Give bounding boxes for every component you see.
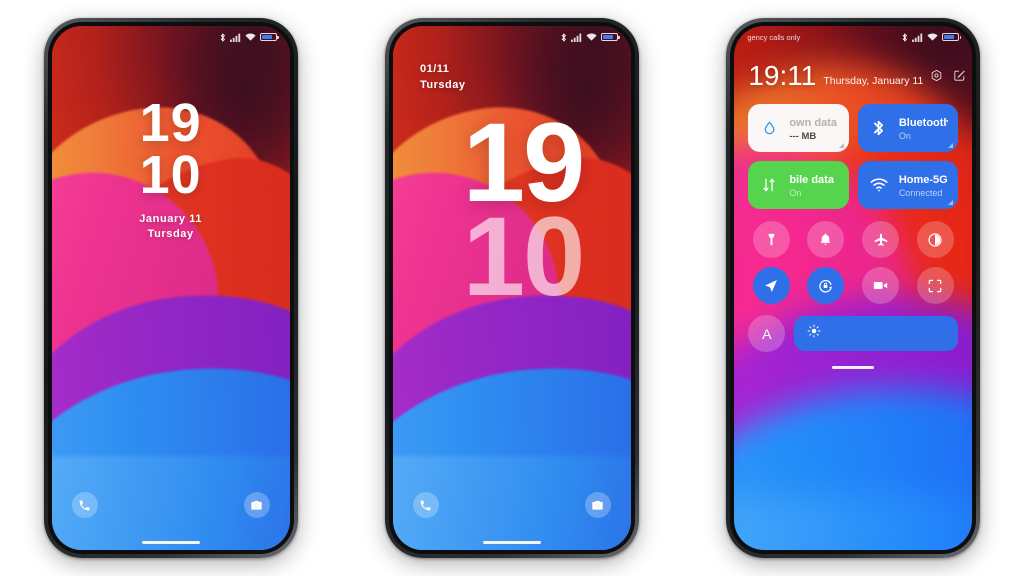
location-toggle[interactable] (752, 267, 790, 304)
auto-brightness-toggle[interactable]: A (748, 315, 786, 352)
lockscreen-minute: 10 (462, 193, 586, 319)
control-center-header: 19:11 Thursday, January 11 (748, 60, 966, 91)
status-bar: gency calls only (734, 26, 972, 48)
auto-brightness-label: A (762, 325, 772, 342)
lockscreen-weekday: Tursday (147, 227, 194, 240)
phone-screen: gency calls only 19:11 Thursday, January… (734, 26, 973, 550)
wifi-tile[interactable]: Home-5G Connected (857, 161, 959, 209)
battery-icon (600, 33, 620, 41)
edit-button[interactable] (953, 69, 966, 87)
home-indicator[interactable] (141, 540, 200, 544)
phone-screen: 01/11 Tursday 19 10 (392, 26, 631, 550)
flashlight-icon (764, 232, 779, 247)
lockscreen-weekday: Tursday (419, 78, 466, 91)
settings-button[interactable] (930, 69, 943, 87)
flashlight-toggle[interactable] (752, 221, 790, 258)
lockscreen-date: January 11 (139, 212, 203, 225)
phone-mockup-stage: 19 10 January 11 Tursday 01/11 Tursday 1… (0, 0, 1024, 576)
status-bar-icons (902, 33, 962, 42)
camera-shortcut[interactable] (584, 492, 611, 518)
tile-expand-icon[interactable] (838, 143, 844, 148)
lockscreen-clock: 19 10 (393, 107, 631, 319)
bluetooth-icon (220, 33, 226, 42)
control-center-tiles: own data plan --- MB Bluetooth On (748, 104, 959, 209)
signal-icon (229, 33, 241, 42)
status-bar (52, 26, 290, 48)
phone-screen: 19 10 January 11 Tursday (51, 26, 290, 550)
tile-title: bile data (789, 174, 834, 187)
rotation-lock-icon (817, 277, 834, 294)
bluetooth-icon (868, 119, 890, 137)
control-center-drag-handle[interactable] (832, 366, 875, 369)
control-center-time: 19:11 (748, 60, 817, 91)
phone-shortcut[interactable] (71, 492, 98, 518)
battery-icon (942, 33, 962, 41)
tile-title: own data plan (789, 116, 839, 129)
sun-icon (807, 324, 821, 343)
tile-subtitle: --- MB (789, 130, 817, 142)
lockscreen-clock: 19 10 January 11 Tursday (52, 93, 290, 241)
data-drop-icon (758, 120, 780, 137)
tile-title: Bluetooth (898, 117, 949, 130)
phone-icon (78, 499, 91, 512)
tile-subtitle: On (789, 188, 802, 199)
lockscreen-date-short: 01/11 (419, 63, 450, 75)
bluetooth-tile[interactable]: Bluetooth On (857, 104, 959, 152)
airplane-icon (873, 232, 889, 248)
ringer-toggle[interactable] (807, 221, 845, 258)
signal-icon (912, 33, 923, 42)
status-bar-icons (561, 33, 620, 42)
camera-icon (250, 499, 263, 512)
tile-subtitle: Connected (898, 188, 943, 199)
lockscreen-hour: 19 (139, 93, 202, 153)
phone-shortcut[interactable] (412, 492, 439, 518)
contrast-icon (927, 232, 943, 248)
data-transfer-icon (758, 177, 780, 193)
bell-icon (818, 232, 833, 247)
bluetooth-icon (561, 33, 567, 42)
bluetooth-icon (902, 33, 908, 42)
lockscreen-date-block: 01/11 Tursday (420, 62, 465, 94)
wifi-icon (586, 33, 597, 42)
brightness-row: A (748, 315, 959, 352)
mobile-data-tile[interactable]: bile data On (748, 161, 849, 209)
tile-subtitle: On (898, 131, 911, 142)
wifi-icon (245, 33, 256, 42)
control-center-toggles (748, 221, 958, 304)
phone-lockscreen-centered: 19 10 January 11 Tursday (43, 18, 298, 558)
tile-expand-icon[interactable] (948, 143, 954, 148)
dark-mode-toggle[interactable] (916, 221, 954, 258)
signal-icon (570, 33, 582, 42)
camera-icon (591, 499, 604, 512)
control-center: 19:11 Thursday, January 11 own data plan… (734, 48, 972, 550)
camera-shortcut[interactable] (243, 492, 270, 518)
location-arrow-icon (763, 278, 779, 294)
wifi-icon (868, 178, 890, 192)
control-center-date: Thursday, January 11 (823, 75, 924, 87)
airplane-mode-toggle[interactable] (862, 221, 900, 258)
data-plan-tile[interactable]: own data plan --- MB (748, 104, 849, 152)
brightness-slider[interactable] (794, 316, 959, 351)
status-bar-carrier: gency calls only (747, 32, 801, 42)
phone-icon (419, 499, 432, 512)
tile-title: Home-5G (898, 174, 948, 187)
scan-frame-icon (927, 278, 943, 294)
lockscreen-shortcuts (393, 492, 631, 518)
lockscreen-minute: 10 (139, 144, 202, 205)
phone-lockscreen-large: 01/11 Tursday 19 10 (384, 18, 639, 558)
phone-control-center: gency calls only 19:11 Thursday, January… (726, 18, 981, 558)
tile-expand-icon[interactable] (948, 200, 954, 205)
home-indicator[interactable] (482, 540, 541, 544)
battery-icon (259, 33, 279, 41)
screen-record-toggle[interactable] (862, 267, 900, 304)
video-camera-icon (872, 277, 889, 294)
rotation-lock-toggle[interactable] (807, 267, 845, 304)
wifi-icon (927, 33, 938, 42)
scanner-toggle[interactable] (916, 267, 954, 304)
status-bar (393, 26, 631, 48)
lockscreen-shortcuts (52, 492, 290, 518)
control-center-header-actions (930, 69, 966, 90)
status-bar-icons (220, 33, 279, 42)
